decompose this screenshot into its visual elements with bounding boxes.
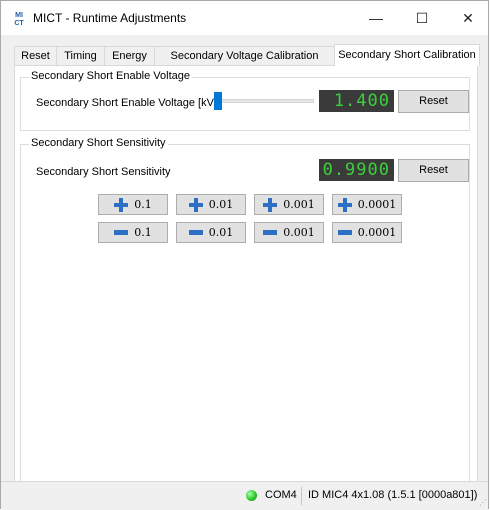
decrement-0.0001-label: 0.0001: [357, 226, 397, 239]
sensitivity-label: Secondary Short Sensitivity: [36, 166, 171, 178]
enable-voltage-group: Secondary Short Enable Voltage Secondary…: [20, 70, 470, 131]
sensitivity-reset-button[interactable]: Reset: [398, 159, 469, 182]
minimize-button[interactable]: —: [353, 1, 399, 35]
decrement-0.01-label: 0.01: [208, 226, 234, 239]
tab-reset[interactable]: Reset: [14, 46, 57, 65]
enable-voltage-reset-button[interactable]: Reset: [398, 90, 469, 113]
minus-icon: [263, 230, 278, 235]
status-port: COM4: [265, 489, 297, 501]
connection-status-led-icon: [246, 490, 257, 501]
increment-0.01-button[interactable]: 0.01: [176, 194, 246, 215]
client-area: Reset Timing Energy Secondary Voltage Ca…: [1, 35, 488, 507]
title-bar: MI CT MICT - Runtime Adjustments — ☐ ✕: [1, 1, 488, 35]
decrement-0.1-button[interactable]: 0.1: [98, 222, 168, 243]
status-separator: [301, 487, 302, 505]
tab-energy[interactable]: Energy: [104, 46, 155, 65]
enable-voltage-label: Secondary Short Enable Voltage [kV]: [36, 97, 218, 109]
tab-timing[interactable]: Timing: [56, 46, 105, 65]
sensitivity-display: 0.9900: [319, 159, 394, 181]
plus-icon: [114, 197, 129, 212]
maximize-icon: ☐: [415, 9, 429, 26]
increment-0.1-button[interactable]: 0.1: [98, 194, 168, 215]
enable-voltage-slider-thumb[interactable]: [214, 92, 222, 110]
increment-0.0001-button[interactable]: 0.0001: [332, 194, 402, 215]
tab-secondary-short-calibration[interactable]: Secondary Short Calibration: [334, 44, 480, 66]
tab-panel-secondary-short-calibration: Secondary Short Enable Voltage Secondary…: [14, 65, 478, 507]
minimize-icon: —: [369, 10, 383, 26]
svg-text:CT: CT: [14, 20, 24, 26]
resize-grip-icon[interactable]: ⋰: [479, 499, 487, 507]
tab-secondary-voltage-calibration[interactable]: Secondary Voltage Calibration: [154, 46, 335, 65]
maximize-button[interactable]: ☐: [399, 1, 445, 35]
increment-0.0001-label: 0.0001: [357, 198, 397, 211]
decrement-0.0001-button[interactable]: 0.0001: [332, 222, 402, 243]
decrement-0.01-button[interactable]: 0.01: [176, 222, 246, 243]
increment-0.1-label: 0.1: [134, 198, 152, 211]
close-icon: ✕: [462, 9, 474, 26]
sensitivity-group-title: Secondary Short Sensitivity: [29, 137, 168, 149]
increment-0.001-button[interactable]: 0.001: [254, 194, 324, 215]
minus-icon: [114, 230, 129, 235]
sensitivity-group: Secondary Short Sensitivity Secondary Sh…: [20, 137, 470, 500]
decrement-0.1-label: 0.1: [134, 226, 152, 239]
increment-0.001-label: 0.001: [283, 198, 315, 211]
app-window: MI CT MICT - Runtime Adjustments — ☐ ✕ R…: [0, 0, 489, 510]
svg-text:MI: MI: [15, 12, 23, 19]
decrement-0.001-button[interactable]: 0.001: [254, 222, 324, 243]
increment-0.01-label: 0.01: [208, 198, 234, 211]
enable-voltage-group-title: Secondary Short Enable Voltage: [29, 70, 193, 82]
close-button[interactable]: ✕: [445, 1, 490, 35]
decrement-0.001-label: 0.001: [283, 226, 315, 239]
enable-voltage-display: 1.400: [319, 90, 394, 112]
plus-icon: [263, 197, 278, 212]
minus-icon: [188, 230, 203, 235]
status-bar: COM4 ID MIC4 4x1.08 (1.5.1 [0000a801]) ⋰: [1, 481, 488, 510]
minus-icon: [337, 230, 352, 235]
plus-icon: [337, 197, 352, 212]
status-device-id: ID MIC4 4x1.08 (1.5.1 [0000a801]): [308, 489, 478, 501]
plus-icon: [188, 197, 203, 212]
mict-logo-icon: MI CT: [11, 10, 27, 26]
window-title: MICT - Runtime Adjustments: [33, 11, 187, 25]
enable-voltage-slider-track[interactable]: [214, 99, 314, 103]
